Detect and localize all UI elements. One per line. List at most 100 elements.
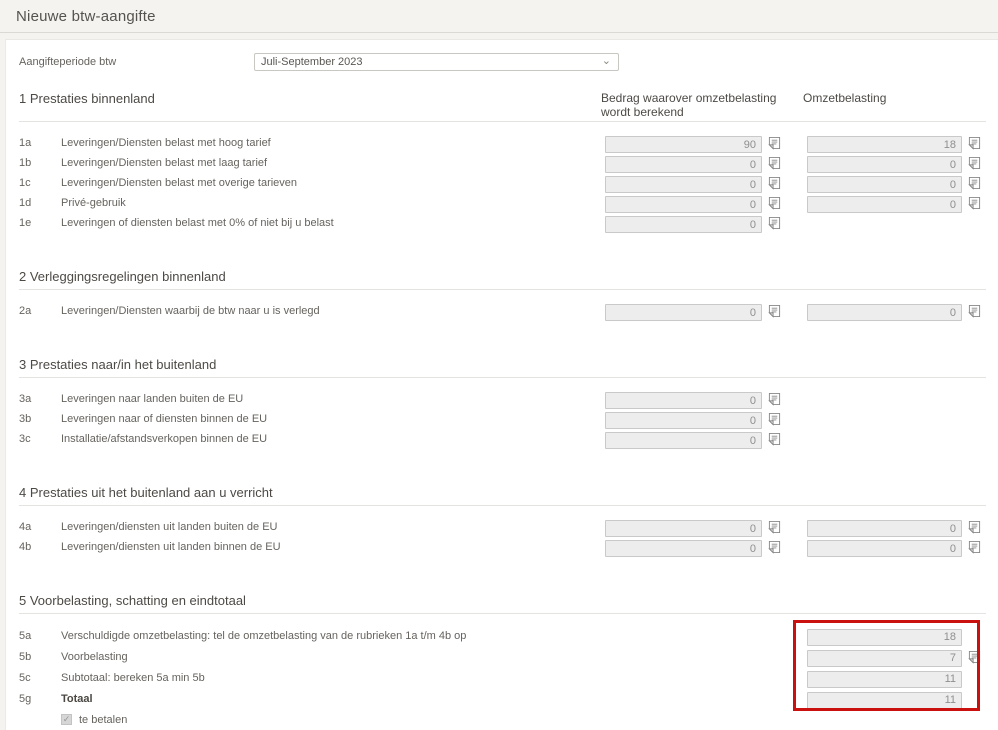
table-row: 4a Leveringen/diensten uit landen buiten… (19, 517, 986, 537)
row-label: Totaal (61, 692, 93, 705)
table-row: 3c Installatie/afstandsverkopen binnen d… (19, 429, 986, 449)
note-icon[interactable] (968, 176, 981, 190)
column-header-base-amount: Bedrag waarover omzetbelasting wordt ber… (601, 91, 777, 119)
row-label: Leveringen/Diensten belast met laag tari… (61, 157, 268, 169)
base-amount-input[interactable] (605, 176, 762, 193)
row-code: 3b (19, 413, 32, 425)
base-amount-input[interactable] (605, 196, 762, 213)
row-code: 1c (19, 177, 31, 189)
vat-amount-input[interactable] (807, 156, 962, 173)
note-icon[interactable] (768, 196, 781, 210)
section-title: 2 Verleggingsregelingen binnenland (19, 269, 226, 284)
base-amount-input[interactable] (605, 540, 762, 557)
note-icon[interactable] (968, 540, 981, 554)
base-amount-input[interactable] (605, 432, 762, 449)
base-amount-input[interactable] (605, 304, 762, 321)
row-code: 5a (19, 629, 32, 642)
row-label: Leveringen/diensten uit landen buiten de… (61, 521, 278, 533)
checkbox-label: te betalen (79, 713, 128, 726)
vat-return-form: Aangifteperiode btw Juli-September 2023 … (5, 39, 998, 730)
note-icon[interactable] (768, 540, 781, 554)
period-select[interactable]: Juli-September 2023 ⌄ (254, 53, 619, 71)
vat-amount-input[interactable] (807, 691, 962, 709)
section-1-rows: 1a Leveringen/Diensten belast met hoog t… (19, 122, 986, 233)
note-icon[interactable] (768, 136, 781, 150)
section-title: 5 Voorbelasting, schatting en eindtotaal (19, 593, 246, 608)
note-icon[interactable] (768, 216, 781, 230)
row-code: 3a (19, 393, 32, 405)
checkbox-row: ✓ te betalen (61, 709, 986, 730)
note-icon[interactable] (768, 520, 781, 534)
row-code: 1b (19, 157, 32, 169)
row-label: Leveringen naar of diensten binnen de EU (61, 413, 268, 425)
table-row: 5g Totaal (19, 688, 986, 709)
note-icon[interactable] (968, 196, 981, 210)
row-label: Verschuldigde omzetbelasting: tel de omz… (61, 629, 467, 642)
table-row: 4b Leveringen/diensten uit landen binnen… (19, 537, 986, 557)
vat-amount-input[interactable] (807, 520, 962, 537)
period-label: Aangifteperiode btw (19, 56, 117, 68)
page-title: Nieuwe btw-aangifte (16, 7, 156, 25)
vat-amount-input[interactable] (807, 176, 962, 193)
table-row: 1e Leveringen of diensten belast met 0% … (19, 213, 986, 233)
note-icon[interactable] (768, 392, 781, 406)
note-icon[interactable] (968, 136, 981, 150)
section-3-rows: 3a Leveringen naar landen buiten de EU 3… (19, 378, 986, 449)
base-amount-input[interactable] (605, 520, 762, 537)
section-title: 4 Prestaties uit het buitenland aan u ve… (19, 485, 273, 500)
note-icon[interactable] (768, 176, 781, 190)
base-amount-input[interactable] (605, 412, 762, 429)
section-5-rows: 5a Verschuldigde omzetbelasting: tel de … (19, 614, 986, 730)
vat-amount-input[interactable] (807, 136, 962, 153)
row-code: 1d (19, 197, 32, 209)
vat-amount-input[interactable] (807, 628, 962, 646)
base-amount-input[interactable] (605, 136, 762, 153)
base-amount-input[interactable] (605, 392, 762, 409)
row-code: 2a (19, 305, 32, 317)
note-icon[interactable] (768, 304, 781, 318)
row-label: Installatie/afstandsverkopen binnen de E… (61, 433, 268, 445)
row-label: Voorbelasting (61, 650, 128, 663)
table-row: 5c Subtotaal: bereken 5a min 5b (19, 667, 986, 688)
table-row: 2a Leveringen/Diensten waarbij de btw na… (19, 301, 986, 321)
note-icon[interactable] (968, 650, 981, 664)
row-label: Leveringen naar landen buiten de EU (61, 393, 244, 405)
row-code: 4a (19, 521, 32, 533)
row-code: 1e (19, 217, 32, 229)
row-label: Privé-gebruik (61, 197, 126, 209)
vat-amount-input[interactable] (807, 540, 962, 557)
vat-amount-input[interactable] (807, 196, 962, 213)
base-amount-input[interactable] (605, 156, 762, 173)
table-row: 5a Verschuldigde omzetbelasting: tel de … (19, 625, 986, 646)
note-icon[interactable] (968, 304, 981, 318)
row-label: Leveringen/Diensten belast met hoog tari… (61, 137, 271, 149)
column-header-vat: Omzetbelasting (803, 91, 887, 105)
row-code: 5c (19, 671, 31, 684)
row-code: 5g (19, 692, 32, 705)
table-row: 1c Leveringen/Diensten belast met overig… (19, 173, 986, 193)
checkbox-te-betalen[interactable]: ✓ (61, 714, 72, 725)
row-code: 5b (19, 650, 32, 663)
table-row: 3a Leveringen naar landen buiten de EU (19, 389, 986, 409)
table-row: 1d Privé-gebruik (19, 193, 986, 213)
base-amount-input[interactable] (605, 216, 762, 233)
vat-amount-input[interactable] (807, 649, 962, 667)
table-row: 1a Leveringen/Diensten belast met hoog t… (19, 133, 986, 153)
section-4-rows: 4a Leveringen/diensten uit landen buiten… (19, 506, 986, 557)
vat-amount-input[interactable] (807, 304, 962, 321)
row-code: 4b (19, 541, 32, 553)
note-icon[interactable] (768, 432, 781, 446)
row-label: Leveringen/diensten uit landen binnen de… (61, 541, 281, 553)
row-label: Leveringen/Diensten belast met overige t… (61, 177, 298, 189)
note-icon[interactable] (968, 520, 981, 534)
vat-amount-input[interactable] (807, 670, 962, 688)
section-title: 3 Prestaties naar/in het buitenland (19, 357, 217, 372)
check-icon: ✓ (62, 714, 71, 724)
note-icon[interactable] (768, 412, 781, 426)
row-label: Leveringen of diensten belast met 0% of … (61, 217, 334, 229)
row-label: Leveringen/Diensten waarbij de btw naar … (61, 305, 320, 317)
section-3-header: 3 Prestaties naar/in het buitenland (19, 357, 986, 378)
note-icon[interactable] (768, 156, 781, 170)
period-select-value: Juli-September 2023 (261, 56, 363, 68)
note-icon[interactable] (968, 156, 981, 170)
